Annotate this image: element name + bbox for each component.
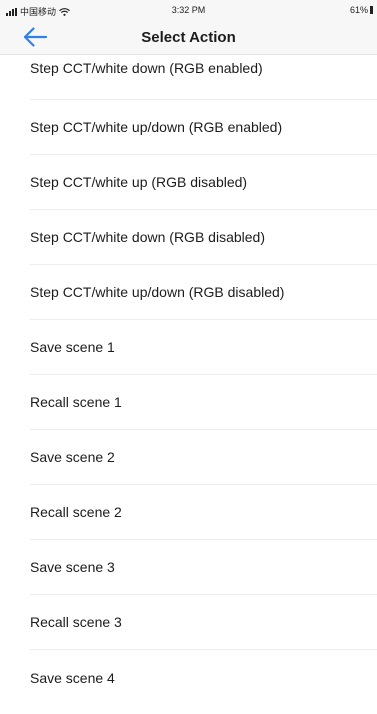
action-item[interactable]: Step CCT/white down (RGB disabled) bbox=[30, 210, 377, 265]
action-item[interactable]: Save scene 3 bbox=[30, 540, 377, 595]
back-arrow-icon bbox=[23, 27, 48, 47]
action-list: Step CCT/white down (RGB enabled) Step C… bbox=[0, 55, 377, 705]
status-time: 3:32 PM bbox=[171, 5, 206, 15]
action-item[interactable]: Step CCT/white up/down (RGB disabled) bbox=[30, 265, 377, 320]
action-item[interactable]: Save scene 1 bbox=[30, 320, 377, 375]
action-item[interactable]: Recall scene 2 bbox=[30, 485, 377, 540]
action-item[interactable]: Recall scene 3 bbox=[30, 595, 377, 650]
back-button[interactable] bbox=[22, 25, 50, 49]
battery-icon bbox=[370, 6, 373, 14]
action-item[interactable]: Step CCT/white up (RGB disabled) bbox=[30, 155, 377, 210]
action-item[interactable]: Save scene 2 bbox=[30, 430, 377, 485]
battery-percent: 61% bbox=[349, 5, 368, 15]
action-item[interactable]: Step CCT/white down (RGB enabled) bbox=[30, 55, 377, 100]
action-item[interactable]: Recall scene 1 bbox=[30, 375, 377, 430]
status-bar: 中国移动 3:32 PM 61% bbox=[0, 0, 377, 20]
status-right: 61% bbox=[350, 5, 373, 15]
action-item[interactable]: Step CCT/white up/down (RGB enabled) bbox=[30, 100, 377, 155]
navigation-bar: Select Action bbox=[0, 20, 377, 55]
action-item[interactable]: Save scene 4 bbox=[30, 650, 377, 705]
page-title: Select Action bbox=[141, 29, 236, 46]
